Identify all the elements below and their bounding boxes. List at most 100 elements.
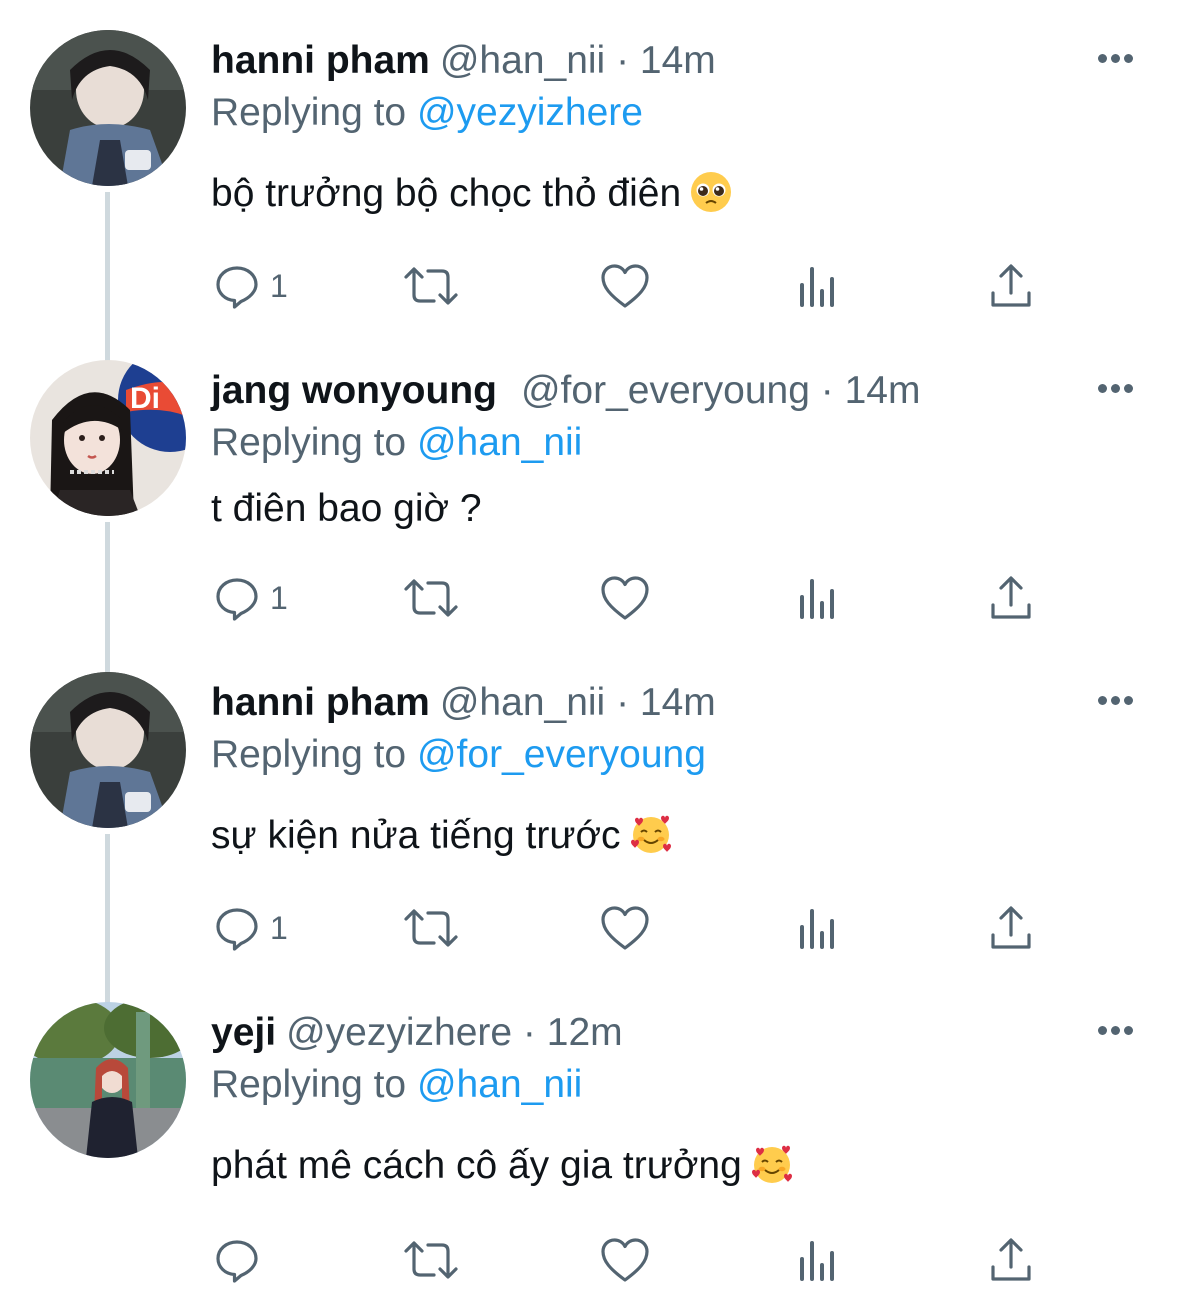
retweet-icon xyxy=(404,267,458,305)
views-icon xyxy=(800,909,834,949)
timestamp[interactable]: 12m xyxy=(547,1011,623,1054)
retweet-button[interactable] xyxy=(402,898,460,958)
tweet-text-content: phát mê cách cô ấy gia trưởng xyxy=(211,1144,742,1187)
tweet-header: yeji @yezyizhere · 12m xyxy=(211,1010,623,1056)
replying-to-label: Replying to xyxy=(211,91,407,134)
share-button[interactable] xyxy=(988,898,1034,958)
smiling-face-with-hearts-emoji xyxy=(630,815,671,853)
tweet[interactable]: yeji @yezyizhere · 12m Replying to @han_n… xyxy=(0,1002,1179,1306)
more-icon[interactable] xyxy=(1096,1024,1136,1038)
like-icon xyxy=(601,576,649,620)
user-handle[interactable]: @for_everyoung xyxy=(521,369,810,412)
more-icon[interactable] xyxy=(1096,694,1136,708)
display-name[interactable]: jang wonyoung xyxy=(211,369,497,412)
tweet[interactable]: hanni pham @han_nii · 14m Replying to @ye… xyxy=(0,30,1179,350)
retweet-button[interactable] xyxy=(402,1230,460,1290)
reply-icon xyxy=(216,1240,258,1283)
timestamp[interactable]: 14m xyxy=(845,369,921,412)
retweet-button[interactable] xyxy=(402,256,460,316)
separator-dot: · xyxy=(616,681,630,724)
reply-count: 1 xyxy=(270,267,288,304)
reply-count: 1 xyxy=(270,579,288,616)
reply-button[interactable]: 1 xyxy=(214,256,288,316)
reply-button[interactable]: 1 xyxy=(214,898,288,958)
tweet-text-content: sự kiện nửa tiếng trước xyxy=(211,814,621,857)
display-name[interactable]: hanni pham xyxy=(211,39,430,82)
display-name[interactable]: hanni pham xyxy=(211,681,430,724)
share-icon xyxy=(991,264,1031,307)
retweet-icon xyxy=(404,909,458,947)
retweet-button[interactable] xyxy=(402,568,460,628)
user-handle[interactable]: @yezyizhere xyxy=(286,1011,512,1054)
tweet[interactable]: hanni pham @han_nii · 14m Replying to @fo… xyxy=(0,672,1179,992)
tweet-actions xyxy=(0,1230,1179,1290)
like-button[interactable] xyxy=(600,1230,650,1290)
tweet-header: hanni pham @han_nii · 14m xyxy=(211,38,716,84)
share-button[interactable] xyxy=(988,568,1034,628)
reply-button[interactable]: 1 xyxy=(214,568,288,628)
retweet-icon xyxy=(404,579,458,617)
tweet-text: t điên bao giờ ? xyxy=(211,486,482,532)
replying-to: Replying to @for_everyoung xyxy=(211,732,706,778)
reply-icon xyxy=(216,578,258,621)
svg-text:Di: Di xyxy=(130,382,160,415)
retweet-icon xyxy=(404,1241,458,1279)
replying-to-link[interactable]: @han_nii xyxy=(417,421,582,464)
replying-to: Replying to @han_nii xyxy=(211,1062,582,1108)
tweet-text-content: bộ trưởng bộ chọc thỏ điên xyxy=(211,172,682,215)
pleading-face-emoji xyxy=(691,172,732,212)
tweet[interactable]: Di jang wonyoung @for_everyoung · 14m Rep… xyxy=(0,360,1179,660)
like-icon xyxy=(601,1238,649,1282)
share-button[interactable] xyxy=(988,256,1034,316)
avatar[interactable] xyxy=(30,1002,186,1158)
replying-to-label: Replying to xyxy=(211,733,407,776)
reply-button[interactable] xyxy=(214,1230,270,1290)
like-button[interactable] xyxy=(600,256,650,316)
user-handle[interactable]: @han_nii xyxy=(440,39,605,82)
views-button[interactable] xyxy=(798,1230,838,1290)
user-handle[interactable]: @han_nii xyxy=(440,681,605,724)
share-icon xyxy=(991,1238,1031,1281)
more-icon[interactable] xyxy=(1096,382,1136,396)
views-button[interactable] xyxy=(798,568,838,628)
views-button[interactable] xyxy=(798,898,838,958)
tweet-text-content: t điên bao giờ ? xyxy=(211,487,482,530)
replying-to: Replying to @yezyizhere xyxy=(211,90,643,136)
views-icon xyxy=(800,1241,834,1281)
replying-to-link[interactable]: @yezyizhere xyxy=(417,91,643,134)
views-icon xyxy=(800,267,834,307)
like-icon xyxy=(601,264,649,308)
tweet-text: bộ trưởng bộ chọc thỏ điên xyxy=(211,170,733,217)
avatar[interactable] xyxy=(30,30,186,186)
replying-to-link[interactable]: @han_nii xyxy=(417,1063,582,1106)
tweet-actions: 1 xyxy=(0,256,1179,316)
like-button[interactable] xyxy=(600,568,650,628)
tweet-header: jang wonyoung @for_everyoung · 14m xyxy=(211,368,920,414)
share-button[interactable] xyxy=(988,1230,1034,1290)
timestamp[interactable]: 14m xyxy=(640,681,716,724)
like-icon xyxy=(601,906,649,950)
tweet-text: sự kiện nửa tiếng trước xyxy=(211,812,673,859)
views-button[interactable] xyxy=(798,256,838,316)
timestamp[interactable]: 14m xyxy=(640,39,716,82)
tweet-actions: 1 xyxy=(0,898,1179,958)
tweet-actions: 1 xyxy=(0,568,1179,628)
smiling-face-with-hearts-emoji xyxy=(751,1145,792,1183)
reply-count: 1 xyxy=(270,909,288,946)
views-icon xyxy=(800,579,834,619)
avatar[interactable] xyxy=(30,672,186,828)
like-button[interactable] xyxy=(600,898,650,958)
share-icon xyxy=(991,906,1031,949)
avatar[interactable]: Di xyxy=(30,360,186,516)
display-name[interactable]: yeji xyxy=(211,1011,276,1054)
reply-icon xyxy=(216,266,258,309)
reply-icon xyxy=(216,908,258,951)
replying-to-link[interactable]: @for_everyoung xyxy=(417,733,706,776)
separator-dot: · xyxy=(820,369,834,412)
replying-to-label: Replying to xyxy=(211,421,407,464)
separator-dot: · xyxy=(522,1011,536,1054)
more-icon[interactable] xyxy=(1096,52,1136,66)
share-icon xyxy=(991,576,1031,619)
tweet-text: phát mê cách cô ấy gia trưởng xyxy=(211,1142,794,1189)
tweet-header: hanni pham @han_nii · 14m xyxy=(211,680,716,726)
